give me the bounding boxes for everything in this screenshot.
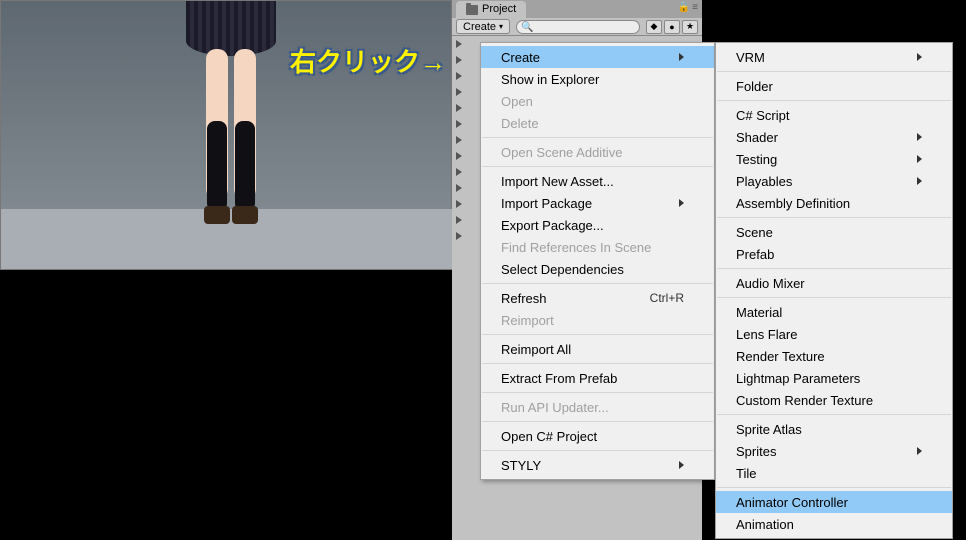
menu-separator <box>717 268 951 269</box>
expand-icon <box>456 56 462 64</box>
menu-reimport-all[interactable]: Reimport All <box>481 338 714 360</box>
menu-separator <box>482 363 713 364</box>
submenu-lightmap-parameters[interactable]: Lightmap Parameters <box>716 367 952 389</box>
project-tab-label: Project <box>482 1 516 18</box>
menu-open-scene-additive: Open Scene Additive <box>481 141 714 163</box>
submenu-audio-mixer[interactable]: Audio Mixer <box>716 272 952 294</box>
favorite-icon[interactable]: ★ <box>682 20 698 34</box>
menu-refresh[interactable]: RefreshCtrl+R <box>481 287 714 309</box>
submenu-render-texture[interactable]: Render Texture <box>716 345 952 367</box>
submenu-assembly-definition[interactable]: Assembly Definition <box>716 192 952 214</box>
menu-import-new-asset[interactable]: Import New Asset... <box>481 170 714 192</box>
menu-separator <box>482 166 713 167</box>
submenu-arrow-icon <box>917 177 922 185</box>
menu-run-api-updater: Run API Updater... <box>481 396 714 418</box>
submenu-arrow-icon <box>917 155 922 163</box>
menu-styly[interactable]: STYLY <box>481 454 714 476</box>
expand-icon <box>456 232 462 240</box>
project-tab[interactable]: Project <box>456 1 526 18</box>
create-button[interactable]: Create ▾ <box>456 19 510 34</box>
submenu-arrow-icon <box>917 133 922 141</box>
expand-icon <box>456 136 462 144</box>
menu-separator <box>717 71 951 72</box>
project-toolbar: Create ▾ 🔍 ◆ ● ★ <box>452 18 702 36</box>
menu-separator <box>717 217 951 218</box>
menu-open: Open <box>481 90 714 112</box>
expand-icon <box>456 88 462 96</box>
submenu-arrow-icon <box>917 447 922 455</box>
submenu-shader[interactable]: Shader <box>716 126 952 148</box>
project-context-menu: Create Show in Explorer Open Delete Open… <box>480 42 715 480</box>
expand-icon <box>456 216 462 224</box>
chevron-down-icon: ▾ <box>499 22 503 31</box>
expand-icon <box>456 72 462 80</box>
menu-create[interactable]: Create <box>481 46 714 68</box>
menu-separator <box>482 392 713 393</box>
scene-view[interactable] <box>0 0 452 270</box>
menu-delete: Delete <box>481 112 714 134</box>
submenu-arrow-icon <box>917 53 922 61</box>
submenu-vrm[interactable]: VRM <box>716 46 952 68</box>
menu-separator <box>482 334 713 335</box>
submenu-folder[interactable]: Folder <box>716 75 952 97</box>
submenu-csharp-script[interactable]: C# Script <box>716 104 952 126</box>
character-model <box>186 1 276 251</box>
expand-icon <box>456 120 462 128</box>
submenu-arrow-icon <box>679 199 684 207</box>
submenu-sprite-atlas[interactable]: Sprite Atlas <box>716 418 952 440</box>
expand-icon <box>456 152 462 160</box>
expand-icon <box>456 168 462 176</box>
menu-extract-from-prefab[interactable]: Extract From Prefab <box>481 367 714 389</box>
menu-import-package[interactable]: Import Package <box>481 192 714 214</box>
menu-separator <box>482 450 713 451</box>
submenu-arrow-icon <box>679 461 684 469</box>
submenu-testing[interactable]: Testing <box>716 148 952 170</box>
search-input[interactable]: 🔍 <box>516 20 640 34</box>
submenu-animation[interactable]: Animation <box>716 513 952 535</box>
expand-icon <box>456 184 462 192</box>
menu-separator <box>482 283 713 284</box>
menu-icon[interactable]: ≡ <box>692 2 698 13</box>
expand-icon <box>456 104 462 112</box>
submenu-custom-render-texture[interactable]: Custom Render Texture <box>716 389 952 411</box>
project-tab-bar: Project 🔒 ≡ <box>452 0 702 18</box>
menu-open-csharp-project[interactable]: Open C# Project <box>481 425 714 447</box>
submenu-scene[interactable]: Scene <box>716 221 952 243</box>
menu-export-package[interactable]: Export Package... <box>481 214 714 236</box>
folder-icon <box>466 5 478 15</box>
menu-separator <box>717 487 951 488</box>
submenu-arrow-icon <box>679 53 684 61</box>
lock-icon[interactable]: 🔒 <box>678 2 690 13</box>
menu-separator <box>717 414 951 415</box>
submenu-lens-flare[interactable]: Lens Flare <box>716 323 952 345</box>
menu-separator <box>717 297 951 298</box>
submenu-material[interactable]: Material <box>716 301 952 323</box>
filter-type-icon[interactable]: ◆ <box>646 20 662 34</box>
menu-separator <box>717 100 951 101</box>
create-submenu: VRM Folder C# Script Shader Testing Play… <box>715 42 953 539</box>
expand-icon <box>456 40 462 48</box>
bottom-panel <box>0 270 452 540</box>
menu-find-refs: Find References In Scene <box>481 236 714 258</box>
submenu-sprites[interactable]: Sprites <box>716 440 952 462</box>
callout-right-click: 右クリック→ <box>290 42 446 79</box>
filter-label-icon[interactable]: ● <box>664 20 680 34</box>
submenu-playables[interactable]: Playables <box>716 170 952 192</box>
panel-options[interactable]: 🔒 ≡ <box>678 2 698 13</box>
menu-separator <box>482 421 713 422</box>
menu-reimport: Reimport <box>481 309 714 331</box>
submenu-prefab[interactable]: Prefab <box>716 243 952 265</box>
submenu-tile[interactable]: Tile <box>716 462 952 484</box>
menu-select-dependencies[interactable]: Select Dependencies <box>481 258 714 280</box>
menu-show-in-explorer[interactable]: Show in Explorer <box>481 68 714 90</box>
expand-icon <box>456 200 462 208</box>
search-icon: 🔍 <box>521 22 533 33</box>
menu-separator <box>482 137 713 138</box>
submenu-animator-controller[interactable]: Animator Controller <box>716 491 952 513</box>
